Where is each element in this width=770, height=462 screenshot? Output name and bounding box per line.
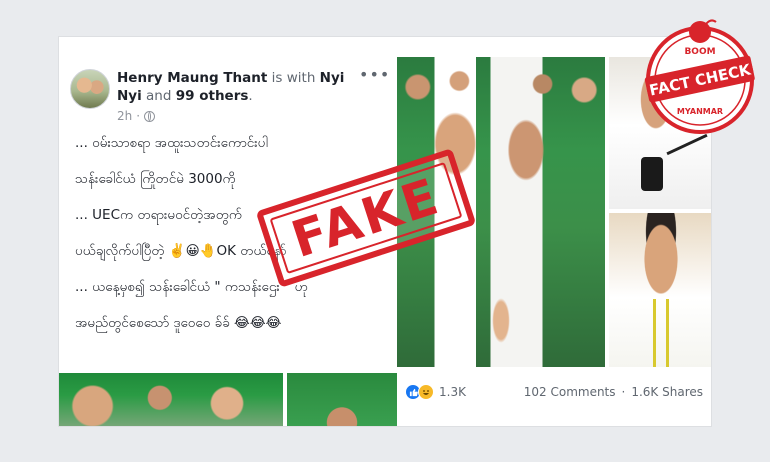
with-text: is with <box>271 70 316 86</box>
microphone-icon <box>641 157 663 191</box>
shares-link[interactable]: 1.6K Shares <box>631 385 711 399</box>
more-options-icon[interactable]: ••• <box>359 65 390 84</box>
globe-icon <box>144 110 156 122</box>
badge-bomb <box>689 21 711 43</box>
and-text: and <box>146 88 172 104</box>
haha-icon <box>418 384 434 400</box>
photo-crowd <box>397 57 605 117</box>
reactions[interactable]: 1.3K <box>397 384 466 400</box>
badge-top-text: BOOM <box>684 47 715 57</box>
post-line: ... ယနေ့မှစ၍ သန်းခေါင်ယံ " ကသန်းဌေး " ဟု <box>75 279 308 295</box>
post-meta: 2h · <box>117 109 156 123</box>
thumbnail-portrait[interactable] <box>287 373 397 426</box>
reaction-count: 1.3K <box>439 385 466 399</box>
post-thumbnails <box>59 373 397 426</box>
comments-link[interactable]: 102 Comments <box>524 385 616 399</box>
thumbnail-crowd[interactable] <box>59 373 283 426</box>
post-line: အမည်တွင်စေသော် ဒူဝေဝေ ခ်ခ် 😂😂😂 <box>75 315 282 331</box>
fact-check-badge: BOOM FACT CHECK MYANMAR <box>644 19 755 134</box>
post-author-line: Henry Maung Thant is with Nyi Nyi and 99… <box>117 69 357 105</box>
lanyard <box>653 299 669 367</box>
photo-portrait[interactable] <box>609 213 711 367</box>
badge-fuse <box>705 19 717 25</box>
author-period: . <box>248 88 253 104</box>
post-time[interactable]: 2h <box>117 109 132 123</box>
post-line: ... ဝမ်းသာစရာ အထူးသတင်းကောင်းပါ <box>75 135 268 151</box>
post-stats: 1.3K 102 Comments · 1.6K Shares <box>397 377 711 407</box>
others-link[interactable]: 99 others <box>176 88 249 104</box>
author-avatar[interactable] <box>70 69 110 109</box>
microphone-arm <box>666 133 708 156</box>
badge-bottom-text: MYANMAR <box>677 107 723 116</box>
stats-separator: · <box>621 385 626 399</box>
author-name[interactable]: Henry Maung Thant <box>117 70 267 86</box>
